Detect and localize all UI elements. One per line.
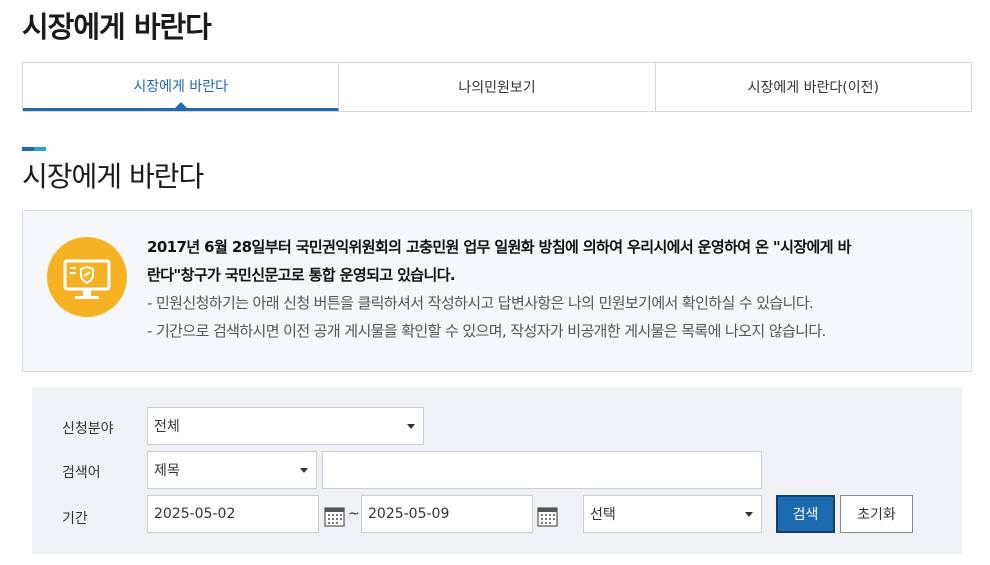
tab-my-complaints[interactable]: 나의민원보기 — [339, 63, 656, 111]
period-select-value: 선택 — [590, 507, 616, 523]
section-title-marker — [22, 147, 46, 151]
period-select[interactable]: 선택 — [583, 495, 762, 533]
keyword-input[interactable] — [322, 451, 762, 489]
notice-line-1: - 민원신청하기는 아래 신청 버튼을 클릭하셔서 작성하시고 답변사항은 나의… — [147, 294, 814, 312]
category-label: 신청분야 — [62, 421, 114, 437]
chevron-down-icon — [745, 512, 753, 517]
search-button[interactable]: 검색 — [776, 495, 835, 533]
notice-line-2: - 기간으로 검색하시면 이전 공개 게시물을 확인할 수 있으며, 작성자가 … — [147, 322, 826, 340]
tab-mayor-request[interactable]: 시장에게 바란다 — [23, 63, 340, 111]
period-label: 기간 — [62, 511, 88, 527]
date-to-input[interactable]: 2025-05-09 — [361, 495, 533, 533]
tab-mayor-request-archive[interactable]: 시장에게 바란다(이전) — [656, 63, 971, 111]
date-range-separator: ~ — [348, 506, 360, 522]
tab-bar: 시장에게 바란다 나의민원보기 시장에게 바란다(이전) — [22, 62, 972, 112]
chevron-down-icon — [407, 424, 415, 429]
notice-strong-line-2: 란다"창구가 국민신문고로 통합 운영되고 있습니다. — [147, 266, 456, 284]
category-select[interactable]: 전체 — [147, 407, 424, 445]
keyword-field-select-value: 제목 — [154, 463, 180, 479]
section-title: 시장에게 바란다 — [22, 160, 204, 193]
notice-box: 2017년 6월 28일부터 국민권익위원회의 고충민원 업무 일원화 방침에 … — [22, 210, 972, 372]
reset-button[interactable]: 초기화 — [840, 495, 913, 533]
date-from-input[interactable]: 2025-05-02 — [147, 495, 319, 533]
chevron-down-icon — [300, 468, 308, 473]
keyword-field-select[interactable]: 제목 — [147, 451, 317, 489]
search-panel: 신청분야 전체 검색어 제목 기간 2025-05-02 ~ 2025-05-0… — [32, 387, 962, 554]
calendar-icon[interactable] — [536, 504, 560, 528]
page-title: 시장에게 바란다 — [22, 10, 212, 44]
calendar-icon[interactable] — [323, 504, 347, 528]
notice-strong-line-1: 2017년 6월 28일부터 국민권익위원회의 고충민원 업무 일원화 방침에 … — [147, 238, 851, 256]
monitor-shield-icon — [47, 237, 127, 317]
keyword-label: 검색어 — [62, 465, 101, 481]
category-select-value: 전체 — [154, 419, 180, 435]
